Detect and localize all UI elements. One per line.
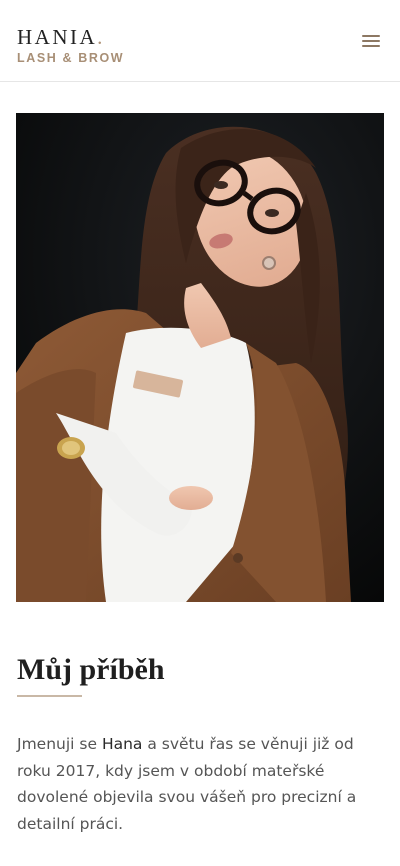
menu-bar <box>362 45 380 47</box>
brand-tagline: LASH & BROW <box>17 51 125 65</box>
section-title: Můj příběh <box>17 653 165 686</box>
portrait-photo <box>16 113 384 602</box>
story-name: Hana <box>101 735 143 753</box>
hamburger-menu-icon[interactable] <box>362 33 380 48</box>
menu-bar <box>362 40 380 42</box>
portrait-illustration <box>16 113 384 602</box>
title-divider <box>17 695 82 697</box>
menu-bar <box>362 35 380 37</box>
brand-dot: . <box>97 25 105 49</box>
story-intro: Jmenuji se <box>17 735 102 753</box>
story-paragraph: Jmenuji se Hana a světu řas se věnuji ji… <box>17 731 385 837</box>
brand-name: HANIA. <box>17 25 105 49</box>
brand-logo[interactable]: HANIA. LASH & BROW <box>17 26 124 65</box>
site-header: HANIA. LASH & BROW <box>0 0 400 82</box>
